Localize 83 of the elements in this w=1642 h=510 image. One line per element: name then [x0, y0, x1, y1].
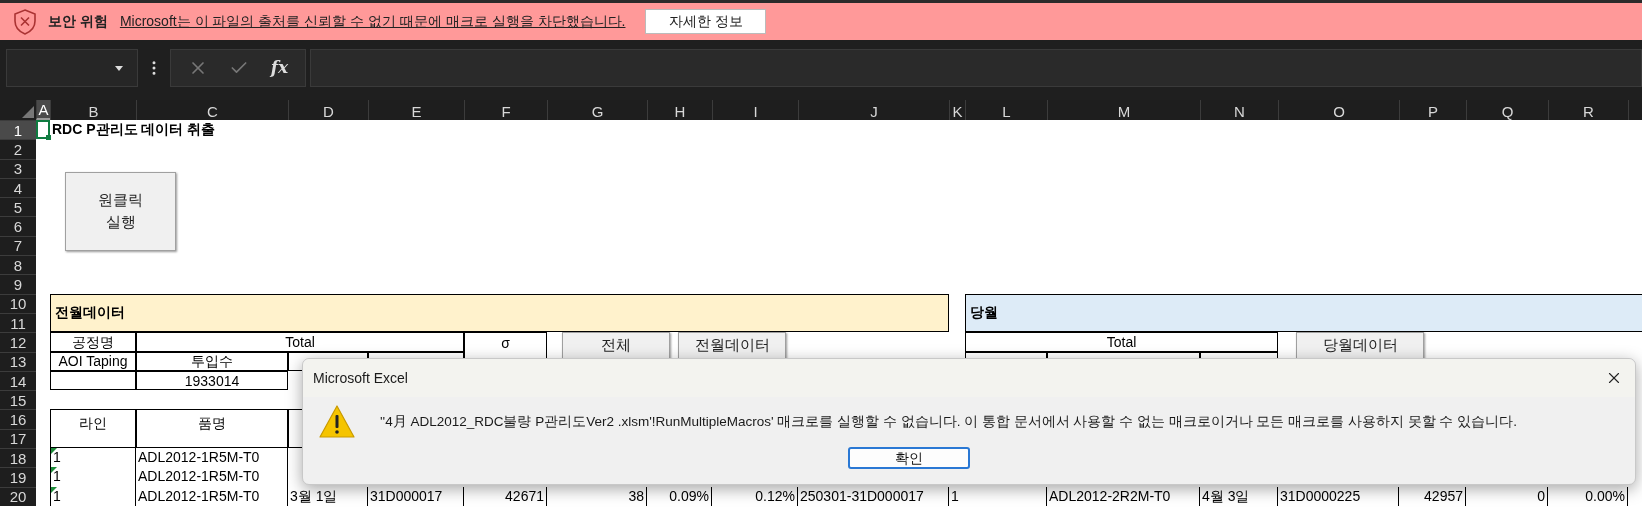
section-title: 당월 — [965, 293, 1642, 333]
table-cell: 1 — [50, 448, 136, 468]
table-cell: 31D0000225 — [1278, 486, 1399, 506]
insert-function-button[interactable]: fx — [270, 55, 289, 81]
column-header[interactable]: R — [1548, 100, 1628, 120]
table-cell: 3월 1일 — [288, 486, 368, 506]
warning-icon — [319, 405, 355, 439]
column-header[interactable]: C — [136, 100, 288, 120]
table-header: 품명 — [136, 409, 288, 449]
column-header[interactable]: H — [647, 100, 712, 120]
row-header[interactable]: 8 — [0, 255, 36, 275]
column-header[interactable]: B — [50, 100, 136, 120]
table-cell: ADL2012-2R2M-T0 — [1047, 486, 1200, 506]
table-header: 투입수 — [136, 351, 288, 371]
table-cell: 1 — [50, 486, 136, 506]
column-header[interactable]: J — [798, 100, 949, 120]
section-title: 전월데이터 — [50, 293, 949, 333]
row-header[interactable]: 1 — [0, 120, 36, 140]
column-header[interactable]: G — [547, 100, 647, 120]
column-header[interactable]: A — [36, 100, 50, 120]
row-header[interactable]: 13 — [0, 351, 36, 371]
dropdown-caret-icon — [115, 65, 123, 71]
column-header[interactable]: F — [464, 100, 547, 120]
security-warning-link[interactable]: Microsoft는 이 파일의 출처를 신뢰할 수 없기 때문에 매크로 실행을 차단했습니다. — [119, 11, 626, 32]
table-cell: 1 — [949, 486, 1047, 506]
table-cell: ADL2012-1R5M-T0 — [136, 448, 288, 468]
table-cell: 0.12% — [712, 486, 798, 506]
table-cell: ADL2012-1R5M-T0 — [136, 467, 288, 487]
row-header[interactable]: 17 — [0, 428, 36, 449]
row-header[interactable]: 3 — [0, 158, 36, 178]
table-cell: 0.00% — [1548, 486, 1628, 506]
row-header[interactable]: 2 — [0, 139, 36, 159]
selected-cell — [36, 120, 50, 140]
column-header[interactable]: Q — [1466, 100, 1548, 120]
table-cell: 31D000017 — [368, 486, 464, 506]
column-header[interactable]: L — [965, 100, 1047, 120]
table-cell: 1933014 — [136, 370, 288, 391]
macro-button[interactable]: 원클릭 실행 — [65, 171, 176, 251]
more-info-button[interactable]: 자세한 정보 — [645, 9, 767, 34]
table-header: Total — [965, 332, 1278, 352]
row-header[interactable]: 10 — [0, 293, 36, 313]
row-header[interactable]: 7 — [0, 235, 36, 256]
column-header[interactable]: D — [288, 100, 368, 120]
row-header[interactable]: 12 — [0, 332, 36, 352]
column-header[interactable]: O — [1278, 100, 1399, 120]
table-cell: 42957 — [1399, 486, 1466, 506]
table-cell: 250301-31D000017 — [798, 486, 949, 506]
column-header[interactable]: N — [1200, 100, 1278, 120]
column-header[interactable]: M — [1047, 100, 1200, 120]
row-header[interactable]: 9 — [0, 274, 36, 294]
dialog-message: ''4月 ADL2012_RDC불량 P관리도Ver2 .xlsm'!RunMultipleMacros' 매크로를 실행할 수 없습니다. 이 통합 문서에서 사용할 수 없는 매크로이거나 모든 매크로를 사용하지 못할 수 있습니다. — [380, 412, 1517, 431]
table-cell: 42671 — [464, 486, 547, 506]
row-header[interactable]: 11 — [0, 312, 36, 333]
row-header[interactable]: 15 — [0, 390, 36, 410]
row-header[interactable]: 16 — [0, 409, 36, 429]
row-header[interactable]: 19 — [0, 467, 36, 487]
row-header[interactable]: 14 — [0, 370, 36, 391]
table-cell: 38 — [547, 486, 647, 506]
select-all-icon[interactable] — [22, 106, 34, 118]
table-cell: 4월 3일 — [1200, 486, 1278, 506]
row-header[interactable]: 18 — [0, 448, 36, 468]
table-cell: AOI Taping — [50, 351, 136, 371]
row-header[interactable]: 20 — [0, 486, 36, 506]
table-header: 공정명 — [50, 332, 136, 352]
sheet-title: RDC P관리도 데이터 취출 — [51, 120, 217, 140]
table-cell: 0 — [1466, 486, 1548, 506]
ok-button[interactable]: 확인 — [848, 447, 970, 469]
table-cell: 0.09% — [647, 486, 712, 506]
row-header[interactable]: 6 — [0, 216, 36, 236]
row-header[interactable]: 4 — [0, 177, 36, 198]
column-header[interactable]: I — [712, 100, 798, 120]
table-header: Total — [136, 332, 464, 352]
table-cell: 1 — [50, 467, 136, 487]
formula-input[interactable] — [310, 49, 1642, 87]
dialog-title: Microsoft Excel — [313, 368, 408, 388]
table-header: 라인 — [50, 409, 136, 449]
column-header[interactable]: E — [368, 100, 464, 120]
shield-x-icon — [12, 7, 38, 36]
column-header[interactable]: K — [949, 100, 965, 120]
table-cell: ADL2012-1R5M-T0 — [136, 486, 288, 506]
row-header[interactable]: 5 — [0, 197, 36, 217]
column-header[interactable]: P — [1399, 100, 1466, 120]
security-warning-label: 보안 위험 — [48, 12, 108, 31]
